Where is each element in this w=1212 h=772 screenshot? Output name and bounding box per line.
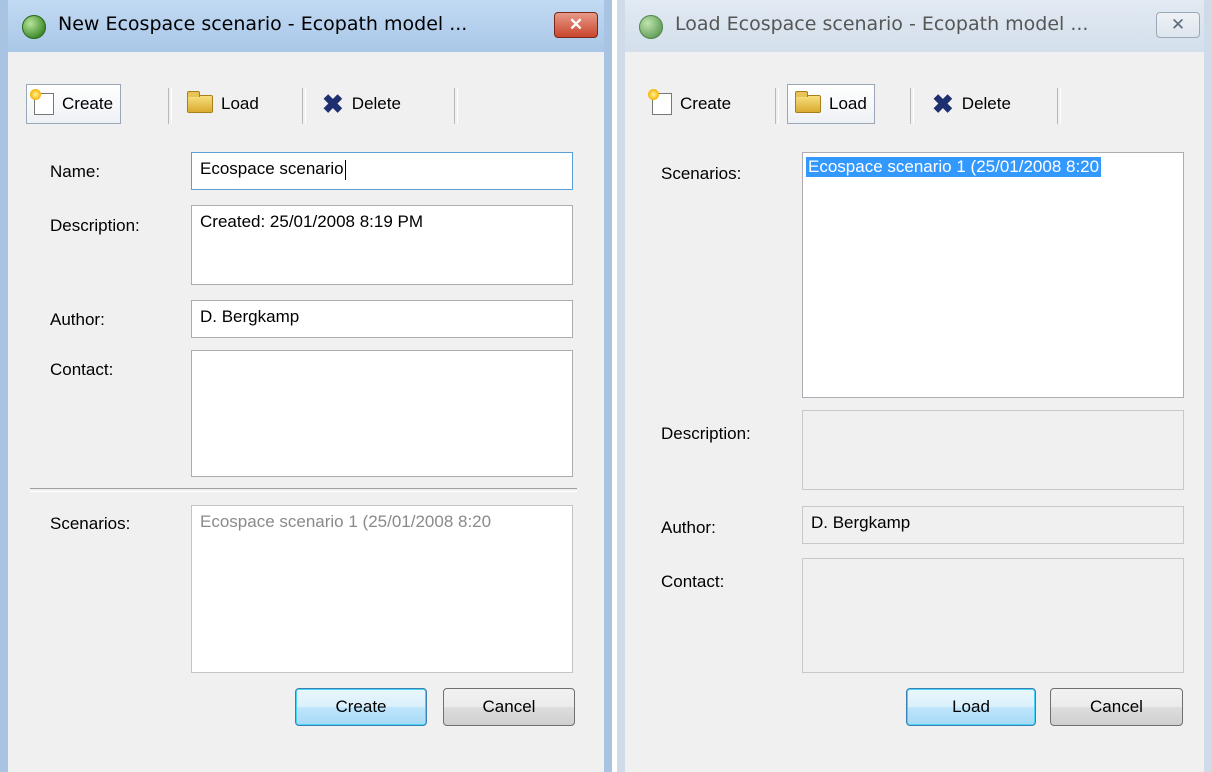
load-tool-label: Load — [829, 94, 867, 113]
description-value: Created: 25/01/2008 8:19 PM — [200, 212, 424, 231]
new-scenario-dialog: New Ecospace scenario - Ecopath model ..… — [0, 0, 612, 772]
cancel-button[interactable]: Cancel — [443, 688, 575, 726]
author-label: Author: — [661, 518, 716, 537]
open-folder-icon — [187, 91, 213, 113]
close-button[interactable]: ✕ — [554, 12, 598, 38]
globe-icon — [639, 15, 663, 39]
toolbar-separator — [168, 88, 172, 124]
name-label: Name: — [50, 162, 101, 181]
list-item[interactable]: Ecospace scenario 1 (25/01/2008 8:20 — [806, 157, 1102, 177]
toolbar-separator — [302, 88, 306, 124]
contact-field — [802, 558, 1184, 673]
description-label: Description: — [661, 424, 751, 443]
create-tool-button[interactable]: Create — [26, 84, 122, 124]
cancel-button[interactable]: Cancel — [1050, 688, 1183, 726]
delete-x-icon: ✖ — [322, 89, 344, 119]
contact-field[interactable] — [191, 350, 573, 477]
toolbar-separator — [910, 88, 914, 124]
author-field[interactable]: D. Bergkamp — [191, 300, 573, 338]
name-value: Ecospace scenario — [200, 159, 344, 178]
author-value: D. Bergkamp — [811, 513, 911, 532]
load-tool-button[interactable]: Load — [787, 84, 875, 124]
scenarios-list[interactable]: Ecospace scenario 1 (25/01/2008 8:20 — [191, 505, 573, 673]
create-button[interactable]: Create — [295, 688, 427, 726]
load-button[interactable]: Load — [906, 688, 1036, 726]
toolbar-separator — [454, 88, 458, 124]
toolbar-separator — [775, 88, 779, 124]
create-tool-button[interactable]: Create — [645, 84, 738, 124]
window-title: New Ecospace scenario - Ecopath model ..… — [58, 13, 468, 35]
author-field: D. Bergkamp — [802, 506, 1184, 544]
create-tool-label: Create — [62, 94, 114, 113]
scenarios-label: Scenarios: — [50, 514, 131, 533]
delete-tool-button[interactable]: ✖ Delete — [925, 84, 1018, 124]
globe-icon — [22, 15, 46, 39]
create-tool-label: Create — [680, 94, 732, 113]
list-item[interactable]: Ecospace scenario 1 (25/01/2008 8:20 — [200, 512, 564, 532]
load-tool-label: Load — [221, 94, 259, 113]
close-button[interactable]: ✕ — [1156, 12, 1200, 38]
contact-label: Contact: — [661, 572, 725, 591]
title-bar[interactable]: Load Ecospace scenario - Ecopath model .… — [625, 0, 1204, 52]
load-tool-button[interactable]: Load — [180, 84, 266, 124]
contact-label: Contact: — [50, 360, 114, 379]
delete-tool-button[interactable]: ✖ Delete — [315, 84, 408, 124]
window-title: Load Ecospace scenario - Ecopath model .… — [675, 13, 1089, 35]
author-value: D. Bergkamp — [200, 307, 300, 326]
toolbar-separator — [1057, 88, 1061, 124]
title-bar[interactable]: New Ecospace scenario - Ecopath model ..… — [8, 0, 604, 52]
delete-tool-label: Delete — [961, 94, 1011, 113]
name-field[interactable]: Ecospace scenario — [191, 152, 573, 190]
toolbar: Create Load ✖ Delete — [625, 84, 1204, 128]
delete-tool-label: Delete — [351, 94, 401, 113]
load-scenario-dialog: Load Ecospace scenario - Ecopath model .… — [617, 0, 1212, 772]
toolbar: Create Load ✖ Delete — [8, 84, 604, 128]
new-document-icon — [30, 89, 54, 115]
text-caret — [344, 159, 346, 180]
open-folder-icon — [795, 91, 821, 113]
description-label: Description: — [50, 216, 140, 235]
divider — [30, 488, 577, 492]
description-field — [802, 410, 1184, 490]
new-document-icon — [648, 89, 672, 115]
author-label: Author: — [50, 310, 105, 329]
delete-x-icon: ✖ — [932, 89, 954, 119]
scenarios-label: Scenarios: — [661, 164, 742, 183]
description-field[interactable]: Created: 25/01/2008 8:19 PM — [191, 205, 573, 285]
scenarios-list[interactable]: Ecospace scenario 1 (25/01/2008 8:20 — [802, 152, 1184, 398]
